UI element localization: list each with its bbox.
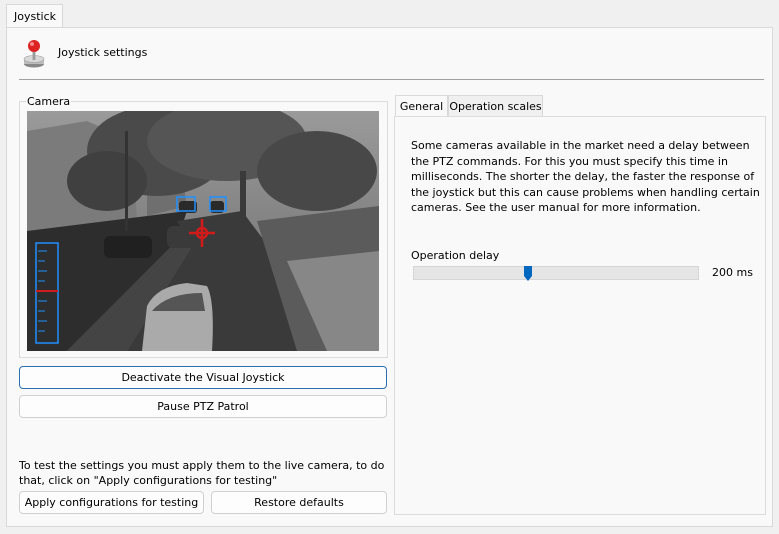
delay-description: Some cameras available in the market nee… — [411, 139, 760, 214]
general-settings-panel: Some cameras available in the market nee… — [394, 116, 766, 515]
camera-preview[interactable] — [27, 111, 379, 351]
tab-operation-scales-label: Operation scales — [449, 100, 542, 113]
tab-general-label: General — [399, 100, 444, 113]
tab-general[interactable]: General — [395, 95, 448, 117]
tab-operation-scales[interactable]: Operation scales — [448, 95, 543, 116]
pause-ptz-patrol-button[interactable]: Pause PTZ Patrol — [19, 395, 387, 418]
joystick-panel: Joystick settings Camera Deactivate the … — [6, 27, 773, 527]
slider-fill — [414, 267, 528, 279]
joystick-icon — [21, 39, 47, 69]
camera-group-label: Camera — [26, 95, 72, 108]
apply-configurations-button[interactable]: Apply configurations for testing — [19, 491, 204, 514]
apply-hint-text: To test the settings you must apply them… — [19, 459, 385, 487]
operation-delay-value: 200 ms — [712, 266, 753, 279]
header-divider — [19, 79, 764, 80]
slider-thumb[interactable] — [523, 265, 533, 282]
operation-delay-slider[interactable] — [413, 265, 699, 282]
restore-defaults-button[interactable]: Restore defaults — [211, 491, 387, 514]
tab-joystick[interactable]: Joystick — [6, 4, 63, 28]
deactivate-visual-joystick-button[interactable]: Deactivate the Visual Joystick — [19, 366, 387, 389]
tab-joystick-label: Joystick — [14, 10, 57, 23]
page-title: Joystick settings — [58, 46, 148, 59]
operation-delay-label: Operation delay — [411, 249, 500, 262]
